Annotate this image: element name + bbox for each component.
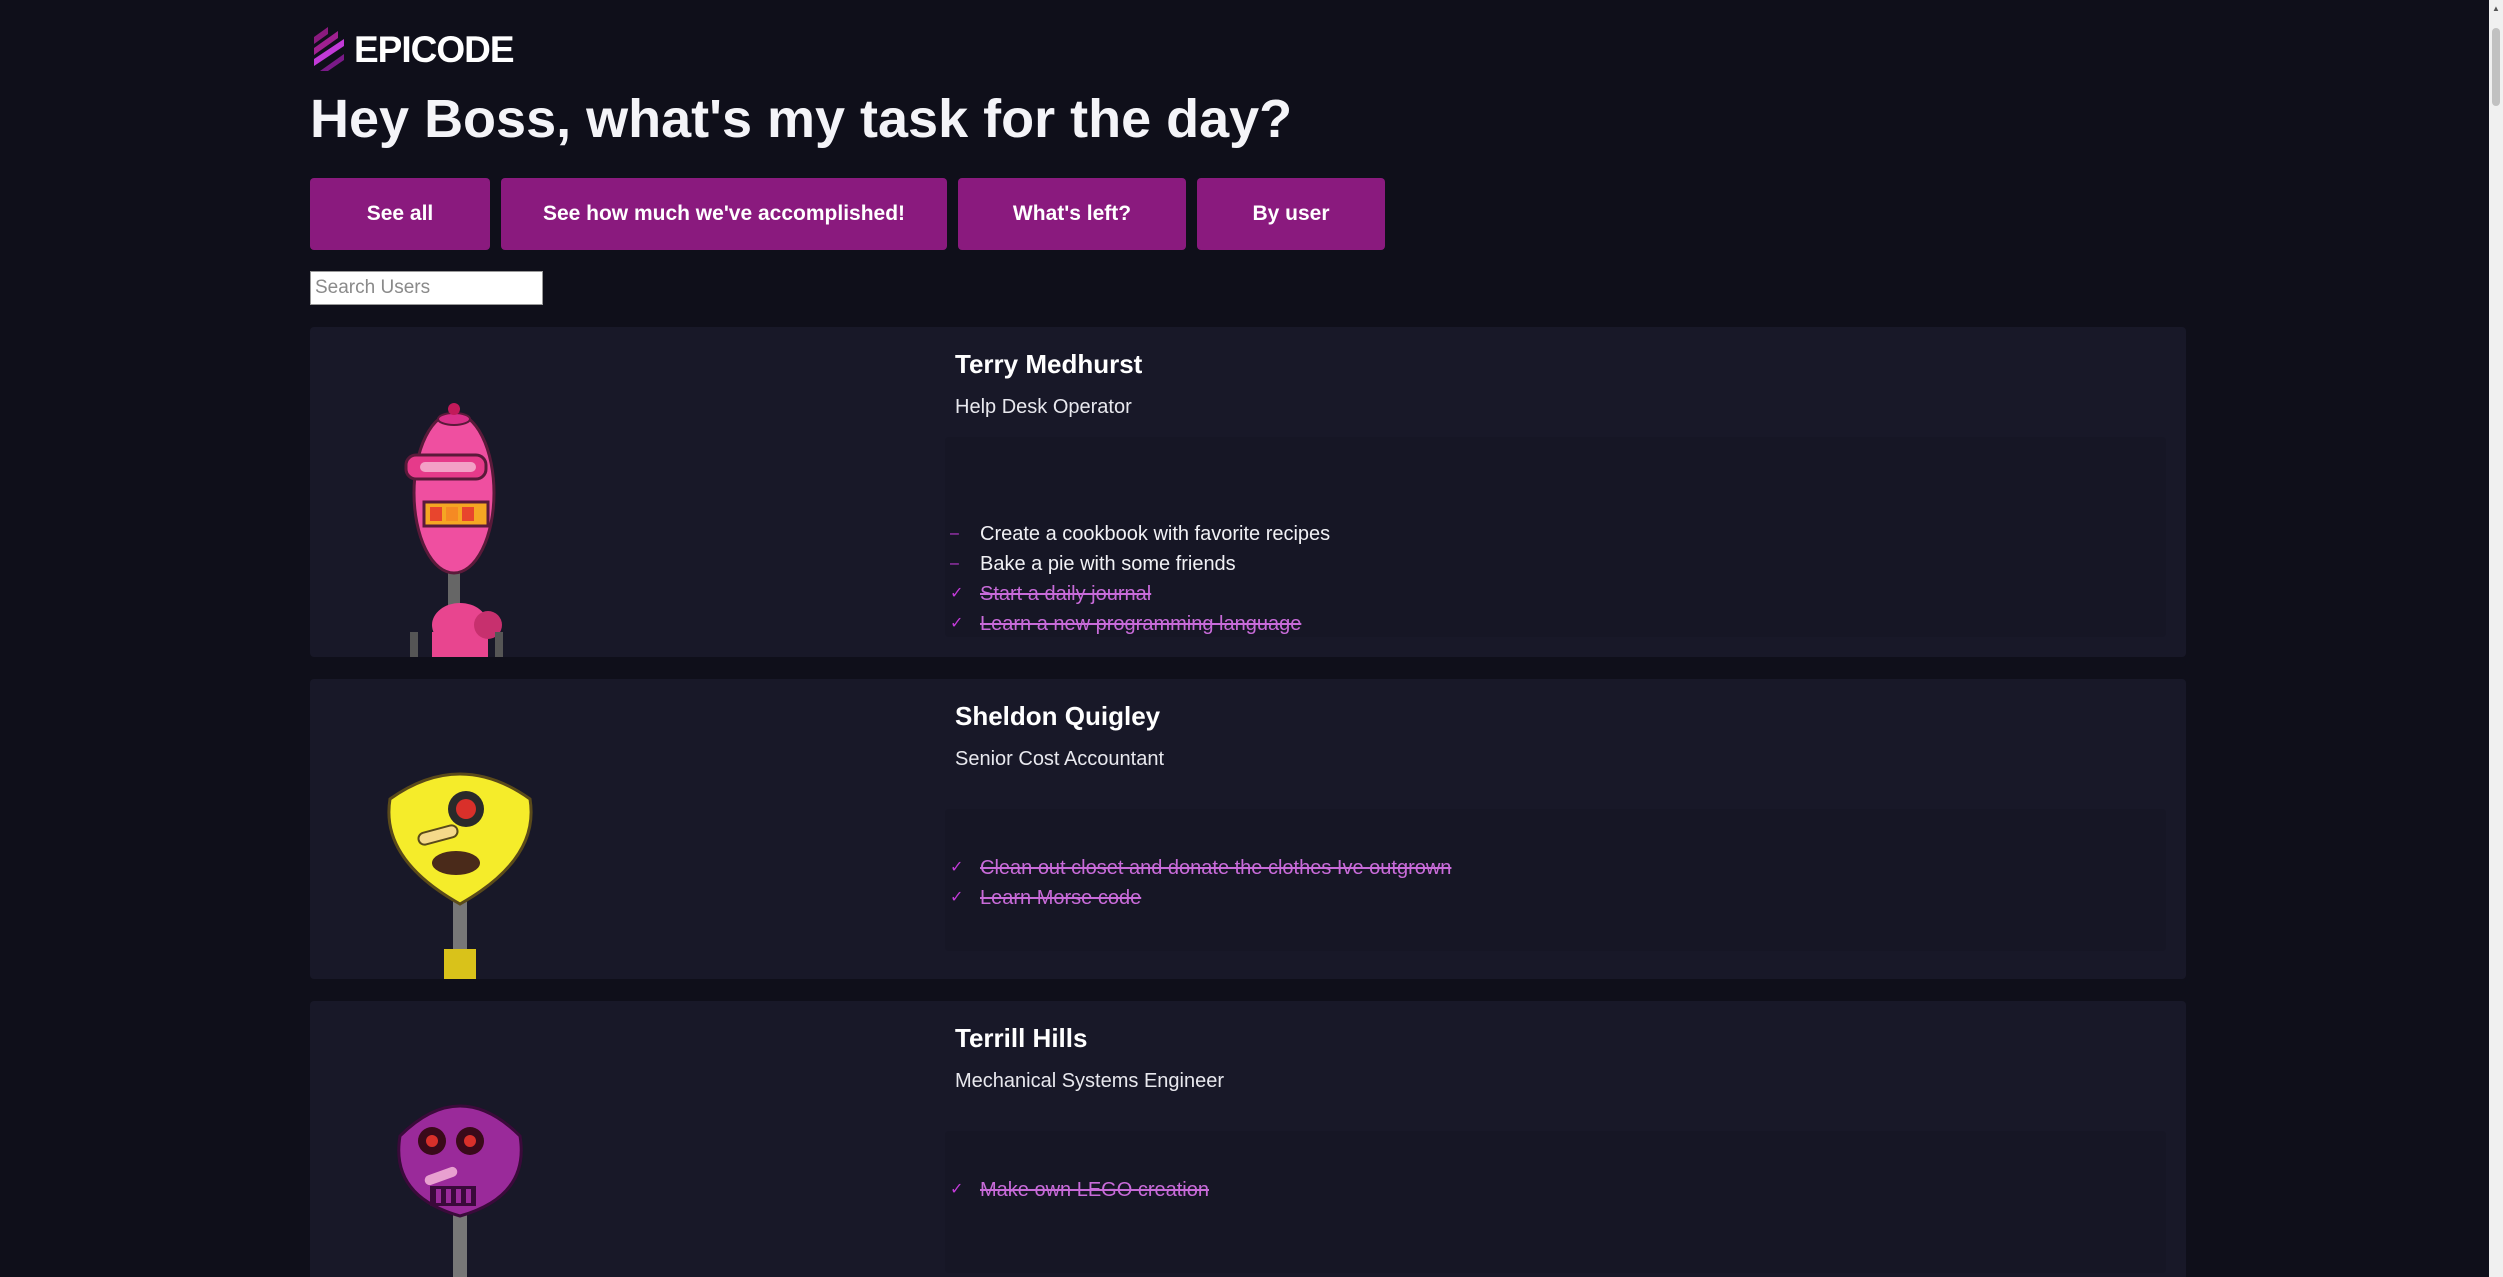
user-card: Sheldon Quigley Senior Cost Accountant ✓… [310,679,2186,979]
accomplished-button[interactable]: See how much we've accomplished! [501,178,947,250]
task-item-done[interactable]: ✓ Clean out closet and donate the clothes… [945,853,2166,883]
by-user-button[interactable]: By user [1197,178,1385,250]
user-info: Terry Medhurst Help Desk Operator [955,349,2166,419]
task-item-done[interactable]: ✓ Start a daily journal [945,579,2166,609]
logo[interactable]: EPICODE [310,26,515,74]
purple-robot-avatar [397,1104,523,1277]
dash-icon: – [950,555,959,572]
user-job: Help Desk Operator [955,396,1132,418]
scrollbar-thumb[interactable] [2492,28,2500,106]
user-card: Terrill Hills Mechanical Systems Enginee… [310,1001,2186,1277]
check-icon: ✓ [950,859,964,876]
task-item[interactable]: – Bake a pie with some friends [945,549,2166,579]
user-name: Terry Medhurst [955,349,1143,379]
pink-robot-avatar [404,403,503,657]
page: EPICODE Hey Boss, what's my task for the… [0,0,2503,1277]
dash-icon: – [950,525,959,542]
task-item-done[interactable]: ✓ Make own LEGO creation [945,1175,2166,1205]
check-icon: ✓ [950,615,964,632]
task-list: ✓ Make own LEGO creation [945,1131,2166,1273]
user-job: Mechanical Systems Engineer [955,1070,1225,1092]
user-card: Terry Medhurst Help Desk Operator – Creat… [310,327,2186,657]
yellow-robot-avatar [387,772,533,979]
check-icon: ✓ [950,1181,964,1198]
check-icon: ✓ [950,585,964,602]
search-users-input[interactable] [310,271,543,305]
task-item-done[interactable]: ✓ Learn a new programming language [945,609,2166,639]
task-item[interactable]: – Create a cookbook with favorite recipes [945,519,2166,549]
user-name: Terrill Hills [955,1023,1088,1053]
logo-text: EPICODE [354,29,515,70]
task-list: – Create a cookbook with favorite recipes… [945,437,2166,637]
vertical-scrollbar[interactable]: ▲ [2489,0,2503,1277]
epicode-logo-icon [314,27,344,71]
scroll-up-arrow-icon[interactable]: ▲ [2492,4,2500,13]
task-list: ✓ Clean out closet and donate the clothes… [945,809,2166,951]
task-item-done[interactable]: ✓ Learn Morse code [945,883,2166,913]
filter-buttons: See all See how much we've accomplished!… [310,178,1385,250]
user-info: Sheldon Quigley Senior Cost Accountant [955,701,2166,771]
check-icon: ✓ [950,889,964,906]
see-all-button[interactable]: See all [310,178,490,250]
page-title: Hey Boss, what's my task for the day? [310,89,1293,149]
user-name: Sheldon Quigley [955,701,1161,731]
user-info: Terrill Hills Mechanical Systems Enginee… [955,1023,2166,1093]
whats-left-button[interactable]: What's left? [958,178,1186,250]
user-job: Senior Cost Accountant [955,748,1165,770]
